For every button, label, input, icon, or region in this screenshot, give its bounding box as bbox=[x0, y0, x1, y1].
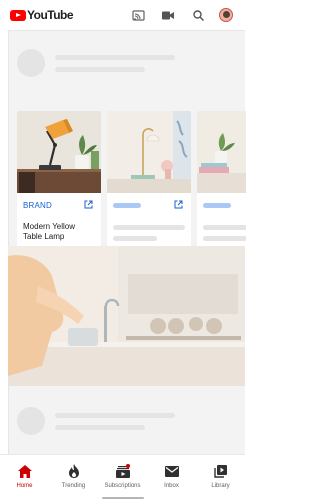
nav-label: Library bbox=[211, 483, 230, 489]
system-home-indicator[interactable] bbox=[102, 497, 144, 499]
external-link-icon[interactable] bbox=[174, 196, 183, 214]
nav-label: Home bbox=[16, 483, 33, 489]
logo-text: YouTube bbox=[27, 8, 74, 22]
cast-icon[interactable] bbox=[123, 0, 153, 30]
flame-icon bbox=[68, 463, 79, 479]
home-icon bbox=[17, 463, 32, 479]
nav-label: Trending bbox=[61, 483, 86, 489]
camera-icon[interactable] bbox=[153, 0, 183, 30]
placeholder-line bbox=[203, 225, 246, 230]
nav-label: Subscriptions bbox=[104, 483, 141, 489]
nav-trending[interactable]: Trending bbox=[49, 455, 98, 504]
placeholder-line bbox=[55, 54, 175, 60]
product-card-loading[interactable] bbox=[107, 111, 191, 253]
top-actions bbox=[123, 0, 239, 30]
nav-home[interactable]: Home bbox=[0, 455, 49, 504]
placeholder-brand bbox=[203, 202, 231, 208]
placeholder-line bbox=[55, 66, 145, 72]
mail-icon bbox=[164, 463, 179, 479]
nav-inbox[interactable]: Inbox bbox=[147, 455, 196, 504]
nav-label: Inbox bbox=[164, 483, 179, 489]
product-brand[interactable]: BRAND bbox=[23, 201, 52, 210]
home-feed[interactable]: BRAND Modern Yellow Table Lamp bbox=[8, 30, 246, 454]
placeholder-line bbox=[203, 236, 246, 241]
nav-library[interactable]: Library bbox=[196, 455, 245, 504]
product-image-brass-lamp bbox=[107, 111, 191, 193]
product-card-loading[interactable] bbox=[197, 111, 246, 253]
placeholder-line bbox=[113, 225, 185, 230]
placeholder-avatar bbox=[17, 407, 45, 435]
library-icon bbox=[214, 463, 227, 479]
loading-placeholder-channel bbox=[17, 407, 175, 435]
avatar bbox=[219, 8, 233, 22]
search-icon[interactable] bbox=[183, 0, 213, 30]
placeholder-brand bbox=[113, 202, 141, 208]
product-title[interactable]: Modern Yellow Table Lamp bbox=[17, 217, 101, 242]
top-app-bar: YouTube bbox=[0, 0, 245, 30]
product-card[interactable]: BRAND Modern Yellow Table Lamp bbox=[17, 111, 101, 253]
placeholder-line bbox=[55, 424, 145, 430]
loading-placeholder-channel bbox=[17, 49, 175, 77]
product-image-yellow-lamp bbox=[17, 111, 101, 193]
placeholder-line bbox=[55, 412, 175, 418]
placeholder-avatar bbox=[17, 49, 45, 77]
external-link-icon[interactable] bbox=[84, 196, 93, 214]
placeholder-line bbox=[113, 236, 157, 241]
youtube-logo[interactable]: YouTube bbox=[10, 8, 74, 22]
account-avatar-button[interactable] bbox=[213, 0, 239, 30]
youtube-play-icon bbox=[10, 9, 26, 21]
product-image-plant bbox=[197, 111, 246, 193]
subscriptions-icon bbox=[115, 463, 130, 479]
video-thumbnail-kitchen[interactable] bbox=[8, 246, 245, 386]
